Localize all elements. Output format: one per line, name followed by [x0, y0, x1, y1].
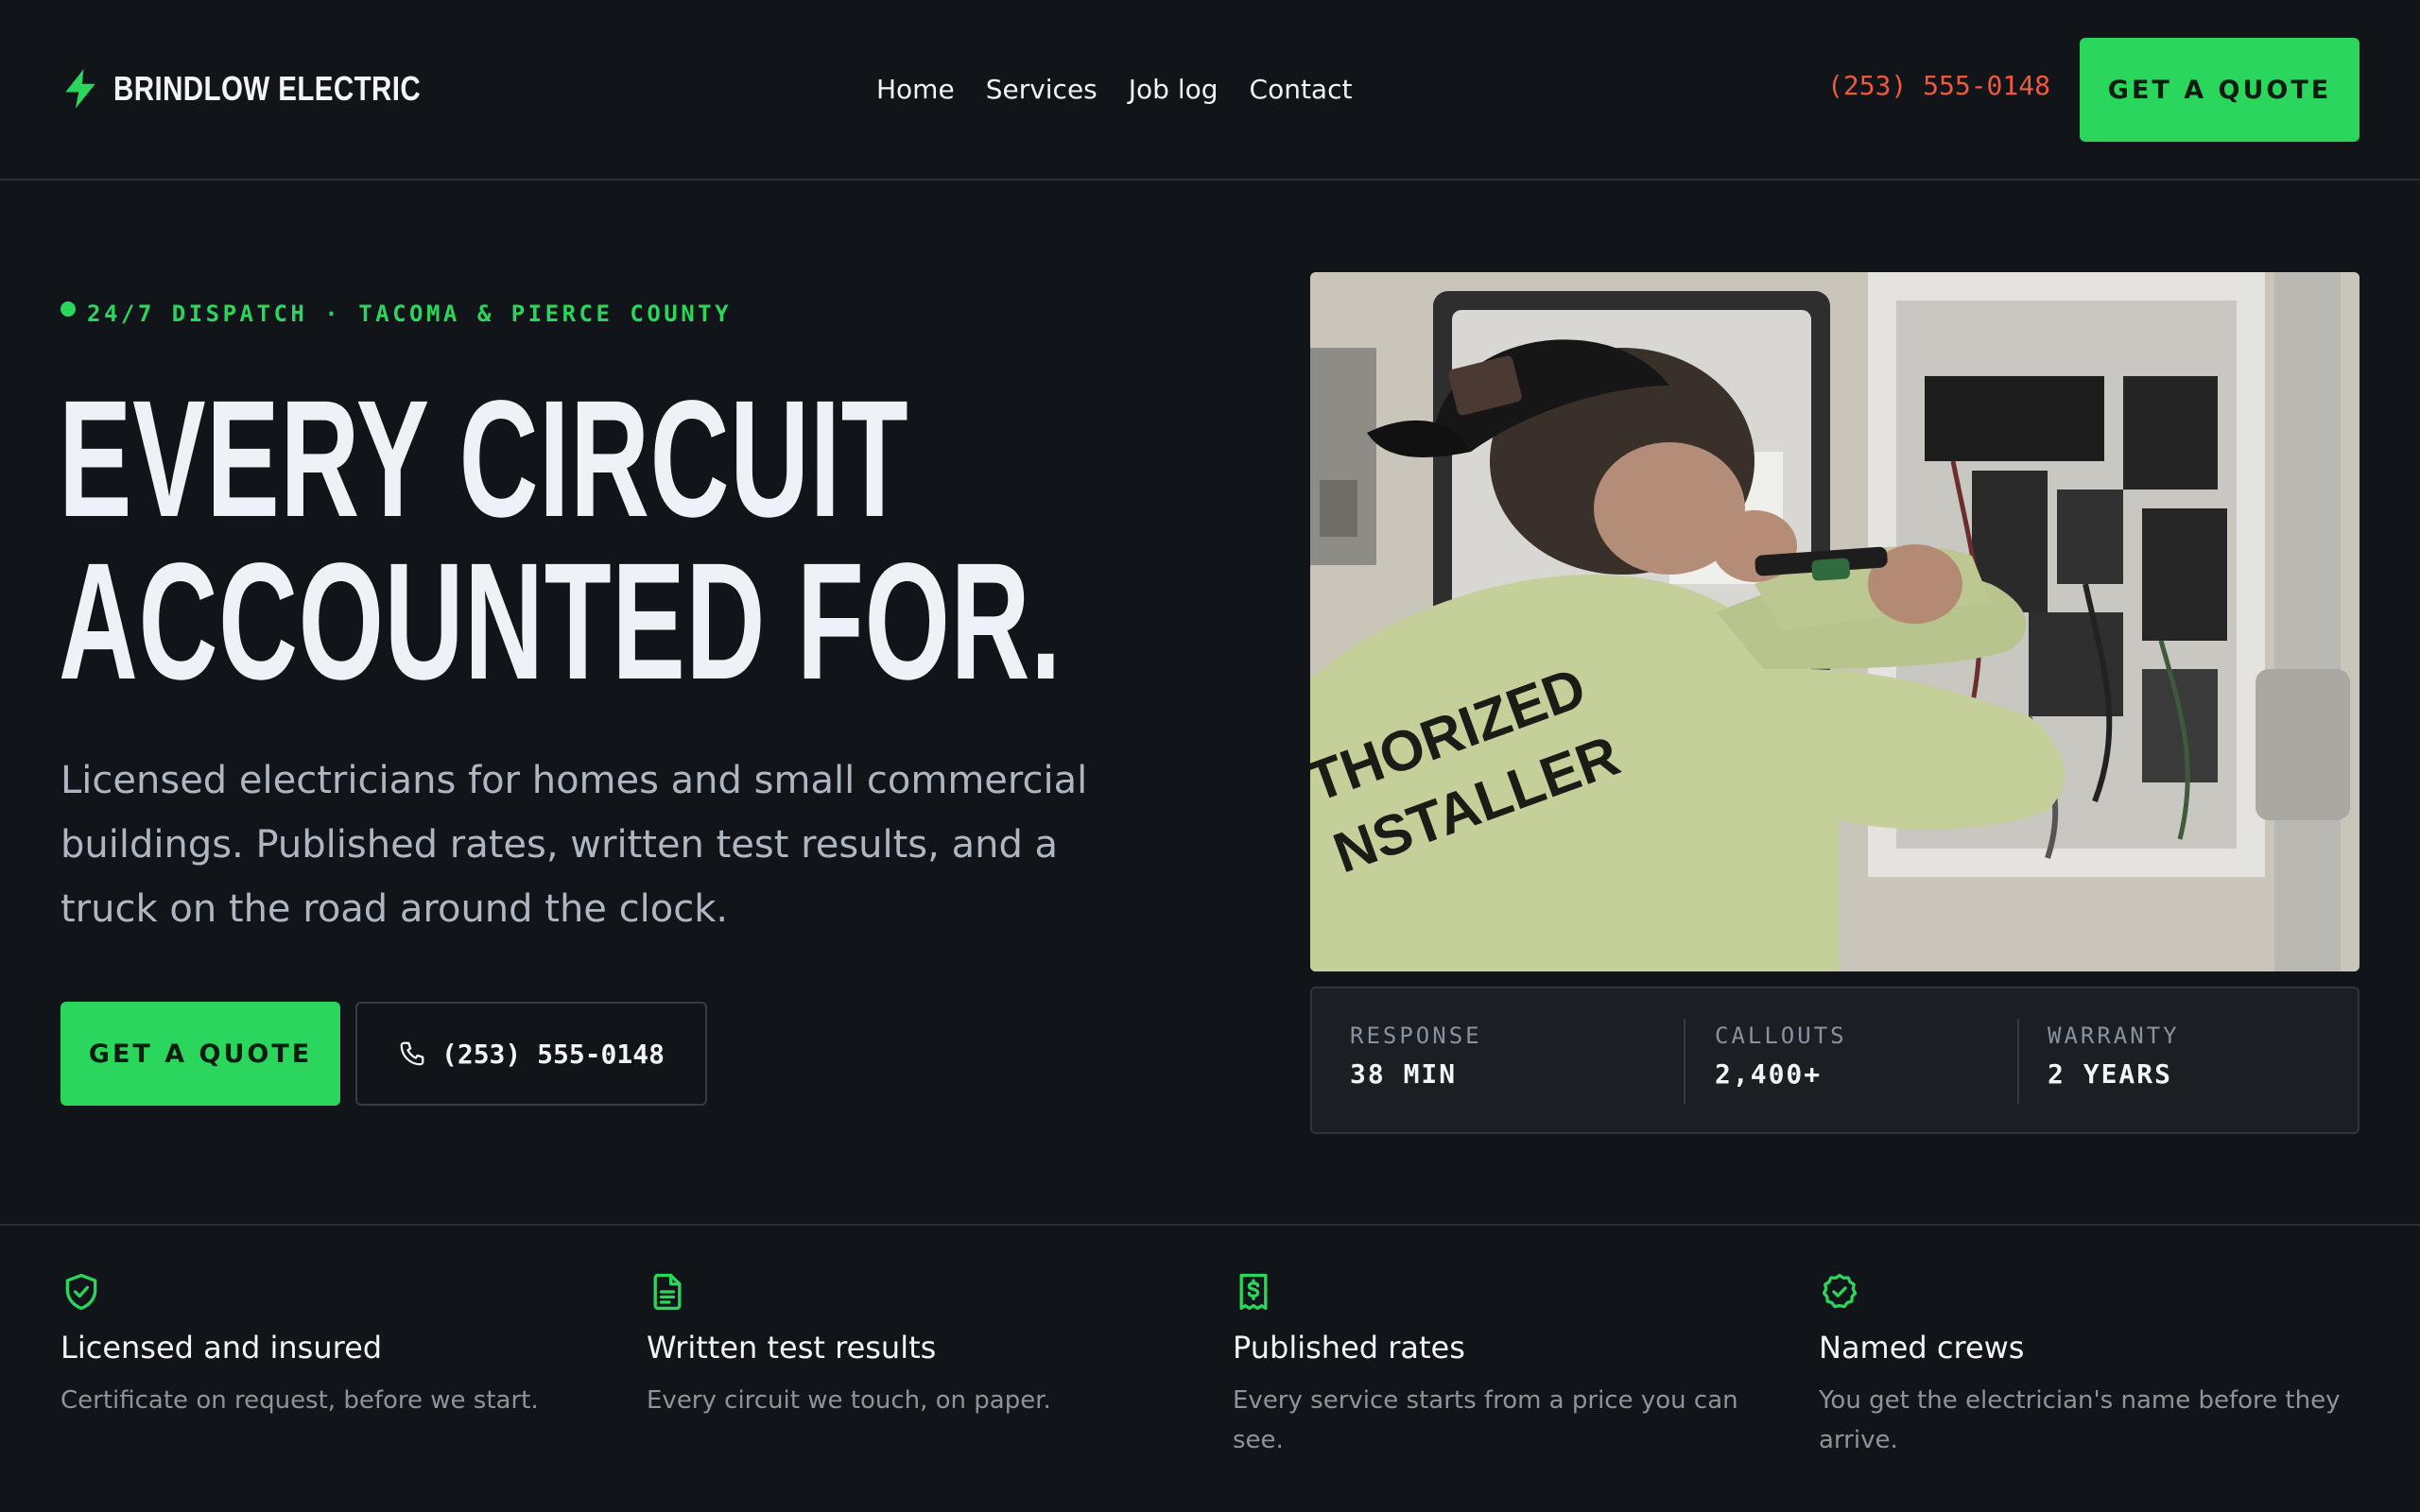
main-nav: Home Services Job log Contact — [876, 68, 1352, 110]
stat-label: WARRANTY — [2048, 1022, 2180, 1049]
site-header: BRINDLOW ELECTRIC Home Services Job log … — [0, 0, 2420, 180]
features-strip: Licensed and insured Certificate on requ… — [0, 1224, 2420, 1512]
hero-description: Licensed electricians for homes and smal… — [60, 759, 1088, 931]
feature-description: You get the electrician's name before th… — [1819, 1386, 2341, 1454]
header-get-quote-button[interactable]: GET A QUOTE — [2080, 38, 2360, 142]
stat-response: RESPONSE 38 MIN — [1350, 1022, 1482, 1090]
stat-value: 38 MIN — [1350, 1058, 1458, 1090]
stat-label: CALLOUTS — [1715, 1022, 1847, 1049]
stat-divider — [2017, 1019, 2019, 1104]
nav-link-contact[interactable]: Contact — [1250, 74, 1353, 105]
stat-callouts: CALLOUTS 2,400+ — [1715, 1022, 1847, 1090]
feature-title: Published rates — [1233, 1330, 1465, 1366]
stat-divider — [1684, 1019, 1685, 1104]
lightning-bolt-icon — [65, 69, 95, 109]
feature-title: Licensed and insured — [60, 1330, 383, 1366]
hero-headline: EVERY CIRCUIT ACCOUNTED FOR. — [59, 367, 1063, 714]
headline-line-2: ACCOUNTED FOR. — [59, 529, 1063, 714]
shield-check-icon — [65, 1273, 97, 1311]
document-icon — [653, 1273, 682, 1311]
feature-named-crews: Named crews You get the electrician's na… — [1819, 1271, 2348, 1460]
headline-line-1: EVERY CIRCUIT — [59, 367, 909, 552]
status-dot — [60, 301, 76, 317]
feature-description: Every service starts from a price you ca… — [1233, 1386, 1738, 1454]
hero-call-label: (253) 555-0148 — [441, 1038, 665, 1070]
nav-link-services[interactable]: Services — [986, 74, 1098, 105]
brand-name: BRINDLOW ELECTRIC — [113, 69, 422, 108]
hero-photo-electrician: THORIZED NSTALLER — [1310, 272, 2360, 971]
feature-test-results: Written test results Every circuit we to… — [647, 1271, 1176, 1420]
feature-description: Certificate on request, before we start. — [60, 1386, 539, 1415]
stat-value: 2,400+ — [1715, 1058, 1823, 1090]
header-phone-link[interactable]: (253) 555-0148 — [1827, 70, 2050, 101]
stat-warranty: WARRANTY 2 YEARS — [2048, 1022, 2180, 1090]
feature-description: Every circuit we touch, on paper. — [647, 1386, 1051, 1415]
eyebrow-text: 24/7 DISPATCH · TACOMA & PIERCE COUNTY — [87, 301, 733, 327]
badge-check-icon — [1822, 1273, 1858, 1309]
nav-link-home[interactable]: Home — [876, 74, 955, 105]
hero-get-quote-button[interactable]: GET A QUOTE — [60, 1002, 340, 1106]
stat-label: RESPONSE — [1350, 1022, 1482, 1049]
phone-icon — [400, 1041, 424, 1066]
dollar-receipt-icon — [1239, 1273, 1268, 1311]
feature-licensed: Licensed and insured Certificate on requ… — [60, 1271, 590, 1420]
feature-published-rates: Published rates Every service starts fro… — [1233, 1271, 1762, 1460]
stat-value: 2 YEARS — [2048, 1058, 2173, 1090]
hero-eyebrow: 24/7 DISPATCH · TACOMA & PIERCE COUNTY — [60, 301, 732, 327]
nav-link-job-log[interactable]: Job log — [1129, 74, 1219, 105]
stats-panel: RESPONSE 38 MIN CALLOUTS 2,400+ WARRANTY… — [1310, 987, 2360, 1134]
brand-logo-link[interactable]: BRINDLOW ELECTRIC — [60, 66, 488, 112]
hero-call-button[interactable]: (253) 555-0148 — [355, 1002, 707, 1106]
electrician-photo-illustration: THORIZED NSTALLER — [1310, 272, 2360, 971]
feature-title: Named crews — [1819, 1330, 2025, 1366]
feature-title: Written test results — [647, 1330, 937, 1366]
